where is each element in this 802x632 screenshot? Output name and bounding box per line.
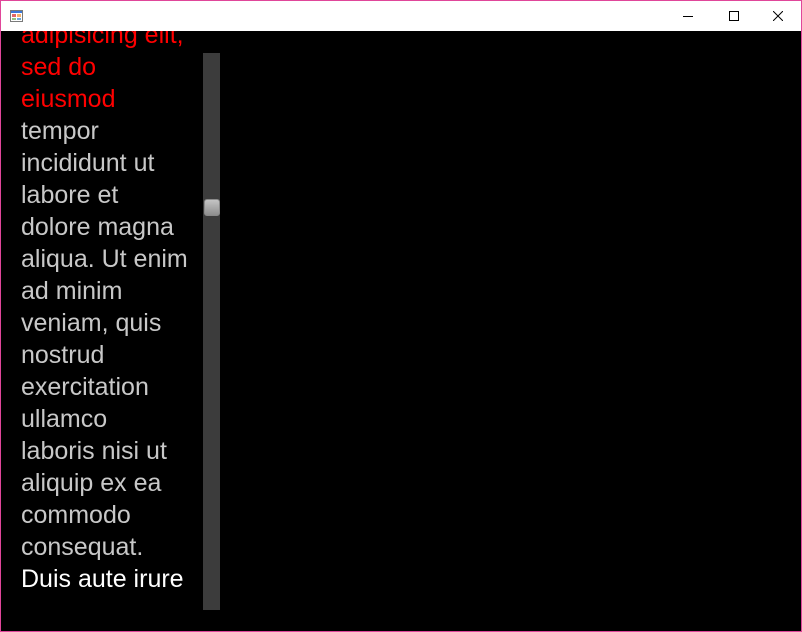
text-line: aliquip ex ea <box>21 469 162 497</box>
text-line: veniam, quis <box>21 309 162 337</box>
text-line: eiusmod <box>21 85 116 113</box>
minimize-button[interactable] <box>665 1 711 31</box>
text-line: tempor <box>21 117 99 145</box>
text-line: dolore magna <box>21 213 174 241</box>
text-line: laboris nisi ut <box>21 437 167 465</box>
text-line: adipisicing elit, <box>21 31 184 49</box>
text-line: nostrud <box>21 341 105 369</box>
text-line: Duis aute irure <box>21 565 184 593</box>
vertical-scrollbar[interactable] <box>203 53 220 610</box>
text-line: ad minim <box>21 277 123 305</box>
app-window: adipisicing elit, sed do eiusmod tempor inci… <box>0 0 802 632</box>
text-line: labore et <box>21 181 119 209</box>
text-viewer[interactable]: adipisicing elit, sed do eiusmod tempor inci… <box>21 31 203 595</box>
text-line: incididunt ut <box>21 149 155 177</box>
close-button[interactable] <box>755 1 801 31</box>
text-line: commodo <box>21 501 131 529</box>
app-icon[interactable] <box>10 9 23 22</box>
maximize-icon <box>729 11 739 21</box>
maximize-button[interactable] <box>711 1 757 31</box>
text-line: sed do <box>21 53 97 81</box>
text-line: ullamco <box>21 405 108 433</box>
scrollbar-thumb[interactable] <box>204 199 220 216</box>
text-line: exercitation <box>21 373 149 401</box>
client-area: adipisicing elit, sed do eiusmod tempor inci… <box>1 31 801 631</box>
text-line: aliqua. Ut enim <box>21 245 188 273</box>
title-bar[interactable] <box>1 1 801 31</box>
close-icon <box>773 11 783 21</box>
text-line: consequat. <box>21 533 144 561</box>
minimize-icon <box>683 11 693 21</box>
